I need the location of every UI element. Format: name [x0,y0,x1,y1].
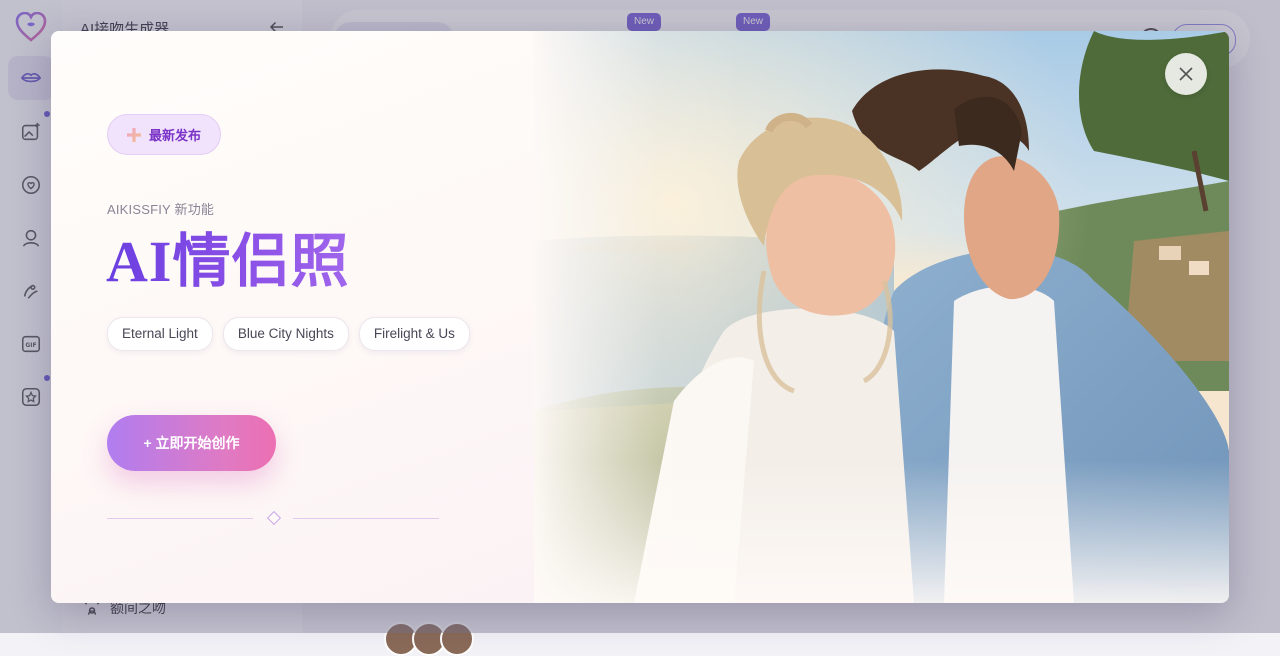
release-badge-label: 最新发布 [148,128,201,143]
feature-eyebrow: AIKISSFIY 新功能 [107,202,215,217]
diamond-icon [266,510,282,526]
divider-line [107,518,253,519]
release-badge: 最新发布 [107,114,221,155]
style-chip[interactable]: Firelight & Us [358,317,470,351]
style-chip[interactable]: Eternal Light [107,317,213,351]
divider-line [293,518,439,519]
plus-sparkle-icon [126,127,141,142]
couple-photo [534,31,1229,603]
feature-title: AI情侣照 [106,227,349,297]
modal-text-panel: 最新发布 AIKISSFIY 新功能 AI情侣照 Eternal Light B… [51,31,534,603]
decorative-divider [107,510,439,527]
style-chip[interactable]: Blue City Nights [222,317,349,351]
feature-announcement-modal: 最新发布 AIKISSFIY 新功能 AI情侣照 Eternal Light B… [51,31,1229,603]
start-creating-button[interactable]: + 立即开始创作 [107,415,276,471]
close-button[interactable] [1165,53,1207,95]
close-icon [1179,67,1193,81]
style-chips: Eternal Light Blue City Nights Firelight… [107,317,470,351]
